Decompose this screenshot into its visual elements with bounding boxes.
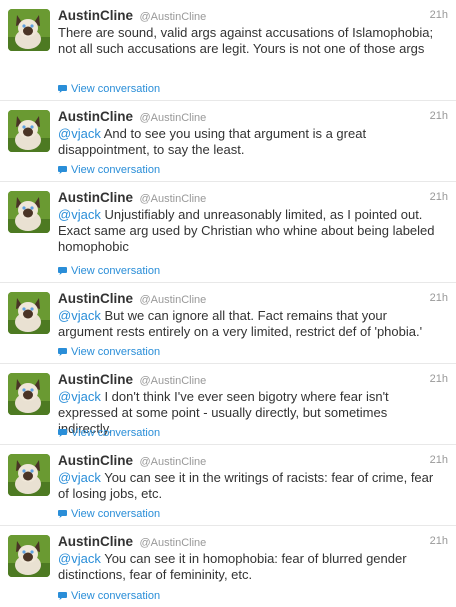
tweet-text: There are sound, valid args against accu…: [58, 25, 442, 57]
tweet-body: Unjustifiably and unreasonably limited, …: [58, 207, 435, 254]
view-conversation-link[interactable]: View conversation: [58, 346, 160, 358]
tweet-item[interactable]: AustinCline @AustinCline 21h @vjack You …: [0, 526, 456, 607]
tweet-text: @vjack And to see you using that argumen…: [58, 126, 442, 158]
tweet-item[interactable]: AustinCline @AustinCline 21h There are s…: [0, 0, 456, 101]
display-name[interactable]: AustinCline: [58, 372, 133, 387]
speech-bubble-icon: [58, 509, 67, 518]
tweet-timestamp[interactable]: 21h: [430, 535, 448, 547]
tweet-timestamp[interactable]: 21h: [430, 9, 448, 21]
tweet-header: AustinCline @AustinCline 21h: [58, 108, 448, 124]
tweet-timestamp[interactable]: 21h: [430, 110, 448, 122]
view-conversation-label: View conversation: [71, 83, 161, 95]
tweet-body: You can see it in homophobia: fear of bl…: [58, 551, 407, 582]
avatar[interactable]: [8, 454, 50, 496]
view-conversation-link[interactable]: View conversation: [58, 164, 160, 176]
mention-link[interactable]: @vjack: [58, 207, 101, 222]
tweet-body: And to see you using that argument is a …: [58, 126, 367, 157]
tweet-timestamp[interactable]: 21h: [430, 454, 448, 466]
tweet-timestamp[interactable]: 21h: [430, 292, 448, 304]
view-conversation-label: View conversation: [71, 508, 161, 520]
view-conversation-link[interactable]: View conversation: [58, 83, 160, 95]
avatar[interactable]: [8, 9, 50, 51]
user-handle[interactable]: @AustinCline: [139, 456, 206, 468]
user-handle[interactable]: @AustinCline: [139, 112, 206, 124]
speech-bubble-icon: [58, 347, 67, 356]
tweet-header: AustinCline @AustinCline 21h: [58, 452, 448, 468]
tweet-text: @vjack You can see it in homophobia: fea…: [58, 551, 442, 583]
avatar[interactable]: [8, 110, 50, 152]
mention-link[interactable]: @vjack: [58, 389, 101, 404]
display-name[interactable]: AustinCline: [58, 291, 133, 306]
mention-link[interactable]: @vjack: [58, 308, 101, 323]
tweet-item[interactable]: AustinCline @AustinCline 21h @vjack I do…: [0, 364, 456, 445]
mention-link[interactable]: @vjack: [58, 551, 101, 566]
view-conversation-label: View conversation: [71, 164, 161, 176]
user-handle[interactable]: @AustinCline: [139, 375, 206, 387]
user-handle[interactable]: @AustinCline: [139, 294, 206, 306]
tweet-header: AustinCline @AustinCline 21h: [58, 371, 448, 387]
speech-bubble-icon: [58, 84, 67, 93]
tweet-text: @vjack But we can ignore all that. Fact …: [58, 308, 442, 340]
avatar[interactable]: [8, 191, 50, 233]
mention-link[interactable]: @vjack: [58, 470, 101, 485]
tweet-item[interactable]: AustinCline @AustinCline 21h @vjack Unju…: [0, 182, 456, 283]
view-conversation-link[interactable]: View conversation: [58, 265, 160, 277]
view-conversation-label: View conversation: [71, 265, 161, 277]
speech-bubble-icon: [58, 428, 67, 437]
tweet-timestamp[interactable]: 21h: [430, 373, 448, 385]
avatar[interactable]: [8, 535, 50, 577]
display-name[interactable]: AustinCline: [58, 8, 133, 23]
user-handle[interactable]: @AustinCline: [139, 537, 206, 549]
speech-bubble-icon: [58, 266, 67, 275]
display-name[interactable]: AustinCline: [58, 534, 133, 549]
tweet-text: @vjack Unjustifiably and unreasonably li…: [58, 207, 442, 255]
user-handle[interactable]: @AustinCline: [139, 11, 206, 23]
tweet-item[interactable]: AustinCline @AustinCline 21h @vjack You …: [0, 445, 456, 526]
speech-bubble-icon: [58, 165, 67, 174]
view-conversation-link[interactable]: View conversation: [58, 508, 160, 520]
view-conversation-link[interactable]: View conversation: [58, 427, 160, 439]
view-conversation-label: View conversation: [71, 427, 161, 439]
tweet-timestamp[interactable]: 21h: [430, 191, 448, 203]
tweet-item[interactable]: AustinCline @AustinCline 21h @vjack And …: [0, 101, 456, 182]
tweet-header: AustinCline @AustinCline 21h: [58, 533, 448, 549]
tweet-timeline: AustinCline @AustinCline 21h There are s…: [0, 0, 456, 607]
tweet-item[interactable]: AustinCline @AustinCline 21h @vjack But …: [0, 283, 456, 364]
avatar[interactable]: [8, 373, 50, 415]
tweet-body: But we can ignore all that. Fact remains…: [58, 308, 423, 339]
tweet-body: There are sound, valid args against accu…: [58, 25, 434, 56]
display-name[interactable]: AustinCline: [58, 190, 133, 205]
view-conversation-label: View conversation: [71, 346, 161, 358]
display-name[interactable]: AustinCline: [58, 109, 133, 124]
view-conversation-link[interactable]: View conversation: [58, 590, 160, 602]
tweet-body: You can see it in the writings of racist…: [58, 470, 434, 501]
avatar[interactable]: [8, 292, 50, 334]
user-handle[interactable]: @AustinCline: [139, 193, 206, 205]
tweet-text: @vjack You can see it in the writings of…: [58, 470, 442, 502]
tweet-header: AustinCline @AustinCline 21h: [58, 7, 448, 23]
mention-link[interactable]: @vjack: [58, 126, 101, 141]
display-name[interactable]: AustinCline: [58, 453, 133, 468]
speech-bubble-icon: [58, 591, 67, 600]
tweet-header: AustinCline @AustinCline 21h: [58, 290, 448, 306]
view-conversation-label: View conversation: [71, 590, 161, 602]
tweet-header: AustinCline @AustinCline 21h: [58, 189, 448, 205]
